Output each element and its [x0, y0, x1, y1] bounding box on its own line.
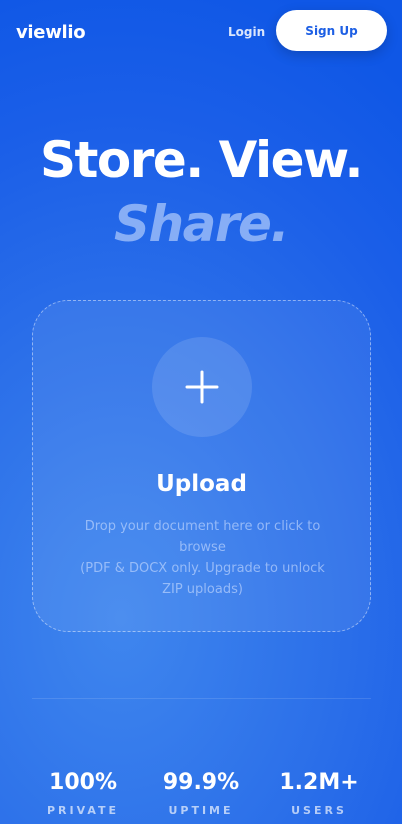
upload-hint: Drop your document here or click to brow…	[84, 519, 321, 555]
top-nav: viewlio Login Sign Up	[0, 0, 402, 64]
login-link[interactable]: Login	[228, 25, 265, 39]
plus-icon	[185, 370, 219, 404]
section-divider	[32, 698, 371, 699]
upload-description: Drop your document here or click to brow…	[73, 516, 332, 600]
stat-uptime: 99.9% UPTIME	[146, 768, 256, 818]
stat-label: USERS	[291, 804, 347, 817]
upload-format-note: (PDF & DOCX only. Upgrade to unlock ZIP …	[80, 561, 325, 597]
logo[interactable]: viewlio	[16, 22, 86, 43]
signup-button[interactable]: Sign Up	[276, 10, 387, 51]
stat-users: 1.2M+ USERS	[264, 768, 374, 818]
stat-value: 1.2M+	[279, 770, 359, 795]
stat-private: 100% PRIVATE	[28, 768, 138, 818]
hero-title: Store. View.	[39, 131, 364, 189]
hero-subtitle: Share.	[114, 195, 289, 253]
upload-plus-button[interactable]	[152, 337, 252, 437]
upload-dropzone[interactable]: Upload Drop your document here or click …	[32, 300, 371, 632]
stat-value: 99.9%	[162, 770, 240, 795]
stat-label: UPTIME	[168, 804, 234, 817]
stat-value: 100%	[49, 770, 117, 795]
stat-label: PRIVATE	[46, 804, 120, 817]
upload-title: Upload	[156, 471, 247, 497]
